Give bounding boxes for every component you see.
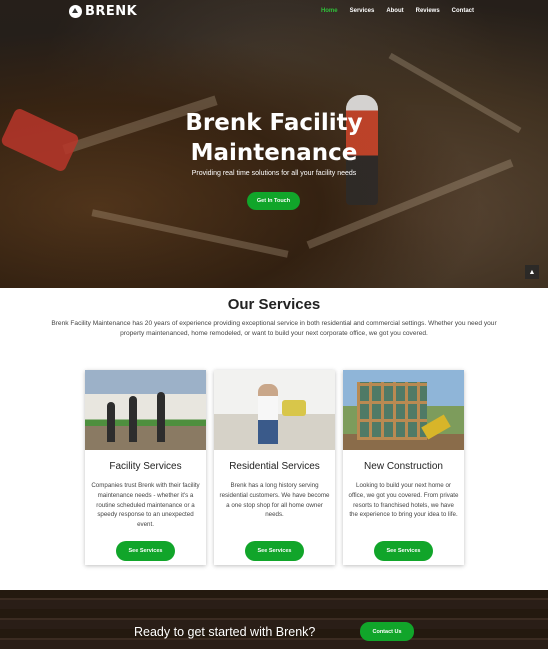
logo-text: BRENK [85,4,138,19]
top-navigation: BRENK Home Services About Reviews Contac… [0,0,548,24]
hero-subtitle: Providing real time solutions for all yo… [191,170,357,177]
nav-item-contact[interactable]: Contact [452,8,474,14]
card-text: Brenk has a long history serving residen… [219,482,330,519]
see-services-button[interactable]: See Services [374,541,433,561]
background-beam [91,209,289,258]
logo-house-icon [69,5,82,18]
see-services-button[interactable]: See Services [245,541,304,561]
hero-title: Brenk Facility Maintenance [0,108,548,168]
nav-item-home[interactable]: Home [321,8,338,14]
hero-section: BRENK Home Services About Reviews Contac… [0,0,548,288]
see-services-button[interactable]: See Services [116,541,175,561]
scroll-to-top-button[interactable]: ▲ [525,265,539,279]
new-construction-image [343,370,464,450]
cta-banner [0,590,548,649]
services-title: Our Services [227,296,321,313]
hero-title-line-2: Maintenance [190,140,358,166]
nav-item-services[interactable]: Services [350,8,375,14]
services-intro: Brenk Facility Maintenance has 20 years … [51,320,497,337]
card-text: Companies trust Brenk with their facilit… [91,482,200,529]
card-text: Looking to build your next home or offic… [348,482,459,519]
service-card-construction: New Construction Looking to build your n… [343,370,464,565]
nav-item-about[interactable]: About [386,8,403,14]
residential-services-image [214,370,335,450]
get-in-touch-button[interactable]: Get In Touch [247,192,300,210]
cta-text: Ready to get started with Brenk? [134,625,316,639]
service-card-residential: Residential Services Brenk has a long hi… [214,370,335,565]
card-title: Facility Services [109,461,182,472]
nav-item-reviews[interactable]: Reviews [416,8,440,14]
logo[interactable]: BRENK [69,4,137,19]
contact-us-button[interactable]: Contact Us [360,622,414,641]
chevron-up-icon: ▲ [528,268,536,276]
card-title: New Construction [364,461,443,472]
service-card-facility: Facility Services Companies trust Brenk … [85,370,206,565]
hero-title-line-1: Brenk Facility [185,110,363,136]
facility-services-image [85,370,206,450]
card-title: Residential Services [229,461,320,472]
nav-menu: Home Services About Reviews Contact [321,8,474,14]
